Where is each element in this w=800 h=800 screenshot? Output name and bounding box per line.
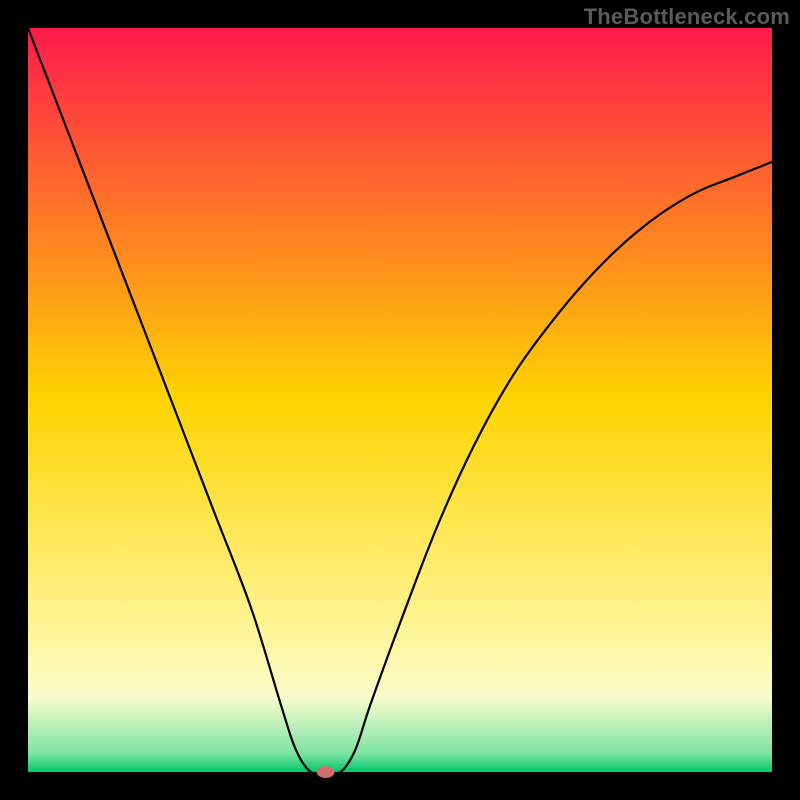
watermark-text: TheBottleneck.com [584, 4, 790, 30]
chart-plot-area [28, 28, 772, 772]
min-marker-dot [317, 766, 335, 778]
bottleneck-chart [0, 0, 800, 800]
